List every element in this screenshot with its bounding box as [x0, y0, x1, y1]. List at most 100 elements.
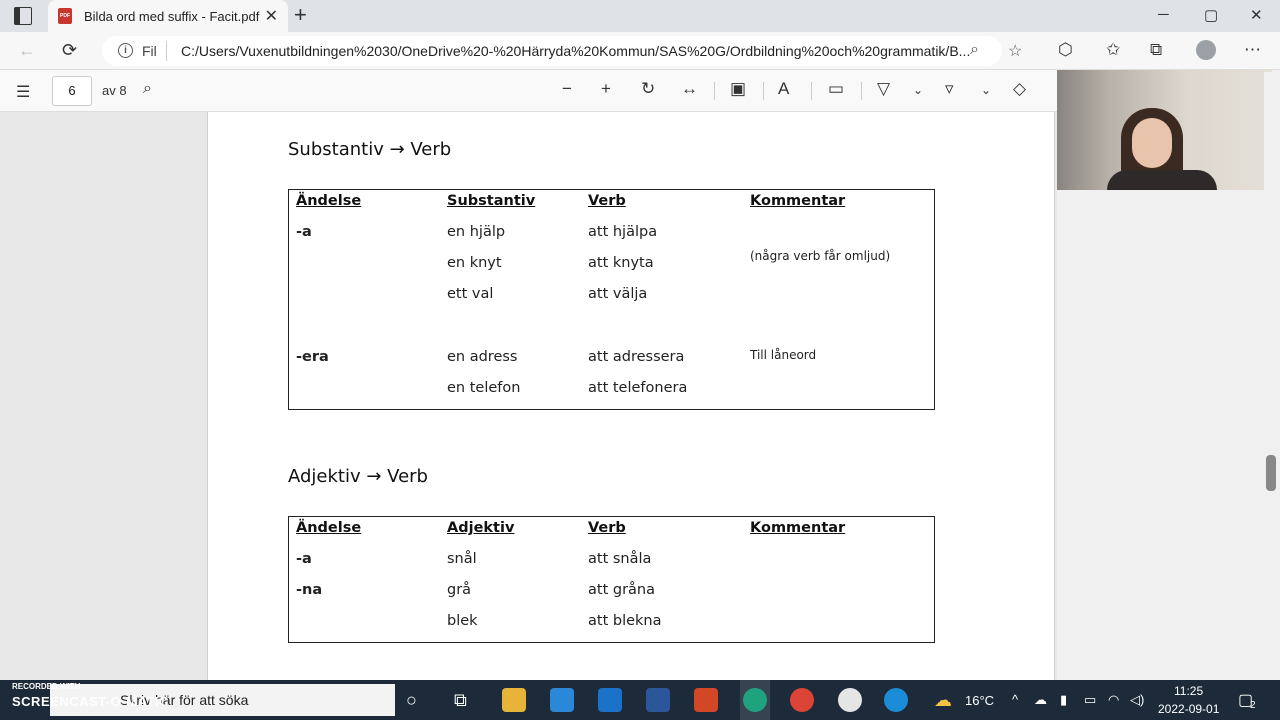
chrome-icon[interactable]: [790, 688, 814, 712]
scrollbar-thumb[interactable]: [1266, 455, 1276, 491]
zoom-out-icon[interactable]: −: [562, 79, 572, 99]
powerpoint-icon[interactable]: [694, 688, 718, 712]
tab-close-icon[interactable]: ✕: [265, 6, 278, 26]
presenter-face: [1132, 118, 1172, 168]
table-substantiv-verb: Ändelse Substantiv Verb Kommentar -a en …: [288, 189, 935, 410]
eraser-icon[interactable]: ◇: [1013, 79, 1026, 99]
column-header: Substantiv: [447, 193, 536, 209]
vertical-scrollbar[interactable]: [1264, 72, 1280, 680]
read-aloud-icon[interactable]: A: [778, 79, 789, 99]
url-text[interactable]: C:/Users/Vuxenutbildningen%2030/OneDrive…: [181, 43, 971, 59]
battery-icon[interactable]: ▭: [1084, 692, 1096, 708]
favorite-add-icon[interactable]: ☆: [1008, 41, 1022, 61]
record-icon[interactable]: [838, 688, 862, 712]
comment-cell: (några verb får omljud): [750, 249, 891, 263]
table-of-contents-icon[interactable]: ☰: [16, 82, 30, 102]
new-tab-button[interactable]: +: [294, 4, 307, 26]
column-header: Kommentar: [750, 520, 846, 536]
file-explorer-icon[interactable]: [502, 688, 526, 712]
mail-icon[interactable]: [598, 688, 622, 712]
address-bar-row: ← ⟳ i Fil C:/Users/Vuxenutbildningen%203…: [0, 32, 1280, 70]
verb-cell: att snåla: [588, 551, 652, 567]
info-icon[interactable]: i: [118, 43, 133, 58]
address-bar[interactable]: i Fil C:/Users/Vuxenutbildningen%2030/On…: [102, 36, 1022, 66]
url-divider: [166, 41, 167, 61]
notification-count: 2: [1250, 700, 1256, 711]
refresh-icon[interactable]: ⟳: [62, 40, 77, 61]
word-icon[interactable]: [646, 688, 670, 712]
word-cell: en knyt: [447, 255, 502, 271]
tab-actions-icon[interactable]: [14, 7, 32, 25]
webcam-overlay: [1057, 70, 1272, 190]
section-heading: Adjektiv → Verb: [288, 466, 428, 487]
verb-cell: att adressera: [588, 349, 685, 365]
temperature-label[interactable]: 16°C: [965, 693, 994, 708]
pdf-file-icon: PDF: [58, 8, 72, 24]
more-menu-icon[interactable]: ⋯: [1244, 40, 1261, 60]
table-adjektiv-verb: Ändelse Adjektiv Verb Kommentar -a snål …: [288, 516, 935, 643]
column-header: Kommentar: [750, 193, 846, 209]
draw-icon[interactable]: ▽: [877, 79, 890, 99]
chevron-down-icon[interactable]: ⌄: [913, 83, 923, 97]
tab-title: Bilda ord med suffix - Facit.pdf: [84, 9, 260, 24]
tab-active[interactable]: PDF Bilda ord med suffix - Facit.pdf ✕: [48, 0, 288, 32]
clock-date[interactable]: 2022-09-01: [1158, 702, 1219, 716]
close-window-button[interactable]: ✕: [1250, 6, 1263, 24]
word-cell: snål: [447, 551, 477, 567]
word-cell: en telefon: [447, 380, 521, 396]
right-blank-area: [1057, 190, 1280, 680]
column-header: Verb: [588, 520, 626, 536]
favorites-icon[interactable]: ✩: [1106, 40, 1120, 60]
help-icon[interactable]: [884, 688, 908, 712]
clock-time[interactable]: 11:25: [1174, 684, 1203, 698]
tray-chevron-icon[interactable]: ^: [1012, 692, 1018, 707]
fit-width-icon[interactable]: ↔: [681, 79, 698, 99]
pdf-toolbar: ☰ 6 av 8 ⌕ − + ↻ ↔ ▣ A ▭ ▽ ⌄ ▿ ⌄ ◇: [0, 70, 1057, 112]
minimize-button[interactable]: ─: [1158, 6, 1169, 23]
store-icon[interactable]: [550, 688, 574, 712]
usb-icon[interactable]: ▮: [1060, 692, 1067, 708]
weather-icon[interactable]: ☁: [934, 690, 952, 711]
suffix-cell: -a: [296, 551, 312, 567]
rotate-icon[interactable]: ↻: [641, 79, 655, 99]
watermark-screencast: SCREENCAST-O-MATIC: [12, 694, 169, 709]
collections-icon[interactable]: ⧉: [1150, 40, 1162, 60]
column-header: Adjektiv: [447, 520, 515, 536]
watermark-recorded: RECORDED WITH: [12, 682, 81, 691]
section-heading: Substantiv → Verb: [288, 139, 452, 160]
toolbar-divider: [861, 82, 862, 100]
onedrive-icon[interactable]: ☁: [1034, 692, 1047, 708]
column-header: Ändelse: [296, 520, 362, 536]
suffix-cell: -era: [296, 349, 329, 365]
suffix-cell: -na: [296, 582, 323, 598]
verb-cell: att knyta: [588, 255, 654, 271]
search-icon[interactable]: ⌕: [143, 80, 152, 98]
word-cell: en hjälp: [447, 224, 506, 240]
toolbar-divider: [714, 82, 715, 100]
page-view-icon[interactable]: ▣: [730, 79, 746, 99]
maximize-button[interactable]: ▢: [1204, 6, 1218, 24]
verb-cell: att gråna: [588, 582, 655, 598]
comment-cell: Till låneord: [750, 348, 817, 362]
text-box-icon[interactable]: ▭: [828, 79, 844, 99]
highlight-icon[interactable]: ▿: [945, 79, 954, 99]
column-header: Verb: [588, 193, 626, 209]
volume-icon[interactable]: ◁): [1130, 692, 1144, 708]
task-view-icon[interactable]: ⧉: [454, 690, 467, 711]
word-cell: ett val: [447, 286, 494, 302]
verb-cell: att blekna: [588, 613, 662, 629]
pdf-viewport[interactable]: Substantiv → Verb Ändelse Substantiv Ver…: [0, 112, 1057, 680]
extensions-icon[interactable]: ⬡: [1058, 40, 1073, 60]
wifi-icon[interactable]: ◠: [1108, 692, 1119, 708]
title-bar: PDF Bilda ord med suffix - Facit.pdf ✕ +…: [0, 0, 1280, 32]
toolbar-divider: [763, 82, 764, 100]
page-number-input[interactable]: 6: [52, 76, 92, 106]
back-arrow-icon[interactable]: ←: [18, 40, 36, 61]
edge-icon[interactable]: [743, 688, 767, 712]
zoom-in-icon[interactable]: +: [601, 79, 611, 99]
profile-avatar[interactable]: [1196, 40, 1216, 60]
word-cell: blek: [447, 613, 478, 629]
cortana-icon[interactable]: ○: [406, 690, 417, 711]
zoom-icon[interactable]: ⌕: [970, 41, 979, 59]
chevron-down-icon[interactable]: ⌄: [981, 83, 991, 97]
